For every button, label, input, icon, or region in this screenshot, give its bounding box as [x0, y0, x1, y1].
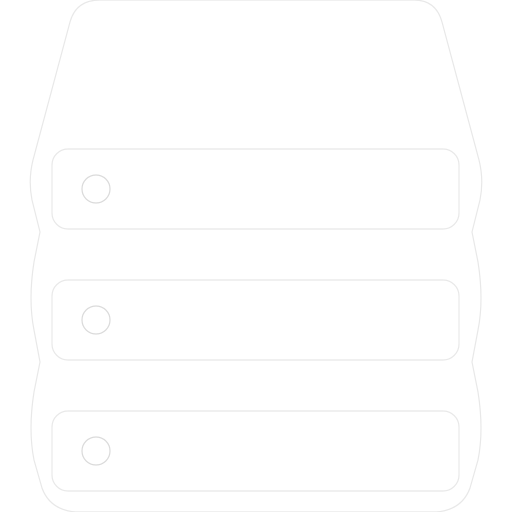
- drive-slot: [51, 148, 460, 230]
- drive-slot: [51, 410, 460, 492]
- drive-led-indicator: [81, 436, 111, 466]
- drive-slot: [51, 279, 460, 361]
- server-stack-icon: [29, 0, 483, 512]
- drive-led-indicator: [81, 305, 111, 335]
- icon-canvas: [0, 0, 512, 512]
- drive-led-indicator: [81, 174, 111, 204]
